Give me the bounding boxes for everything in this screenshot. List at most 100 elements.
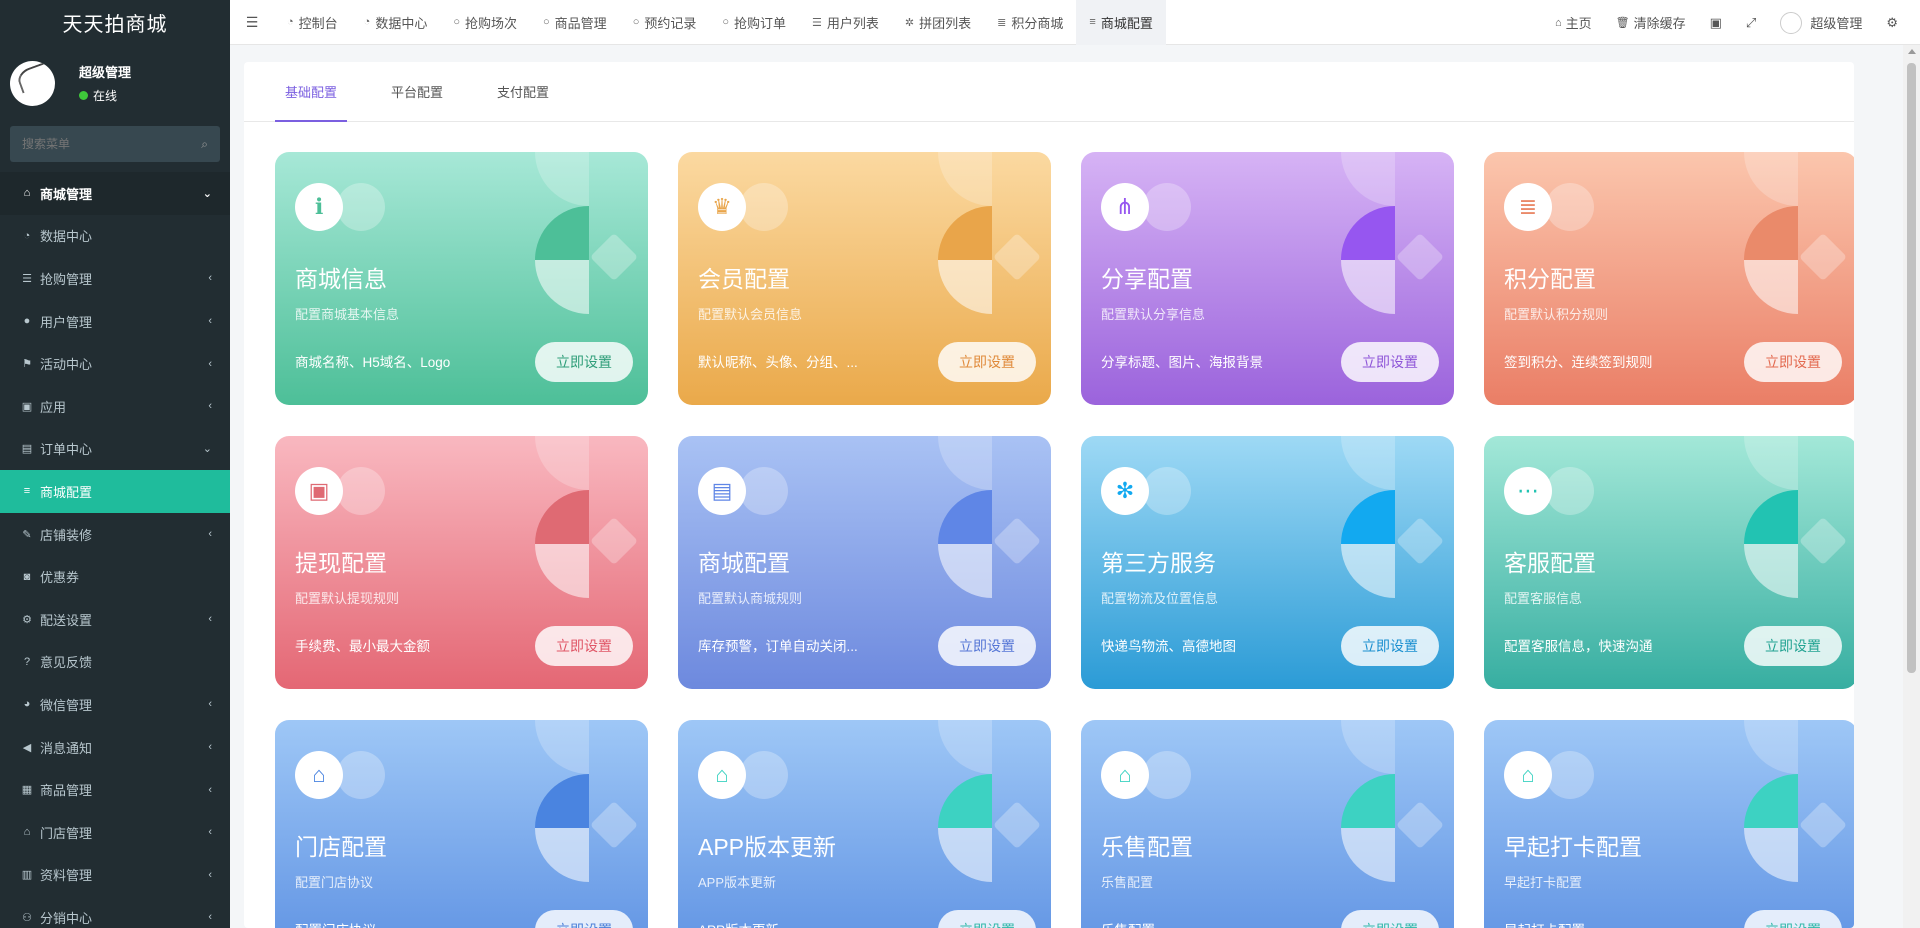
- sidebar-item-7[interactable]: ≡ 商城配置: [0, 470, 230, 513]
- card-description: 乐售配置: [1101, 875, 1154, 890]
- clear-cache-button[interactable]: 🗑 清除缓存: [1604, 0, 1698, 45]
- search-icon[interactable]: ⌕: [201, 137, 208, 152]
- sidebar-item-17[interactable]: ⚇ 分销中心 ‹: [0, 896, 230, 928]
- card-features: 早起打卡配置: [1504, 919, 1585, 928]
- sidebar-item-16[interactable]: ▥ 资料管理 ‹: [0, 854, 230, 897]
- setup-now-button[interactable]: 立即设置: [535, 910, 633, 928]
- scrollbar-thumb[interactable]: [1907, 63, 1916, 673]
- decor-diamond: [992, 800, 1042, 850]
- sidebar-item-11[interactable]: ? 意见反馈: [0, 641, 230, 684]
- nav-tab-3[interactable]: ○ 商品管理: [530, 0, 620, 45]
- config-tab-0[interactable]: 基础配置: [274, 62, 348, 122]
- nav-tab-6[interactable]: ☰ 用户列表: [799, 0, 892, 45]
- dashboard-icon: ◔: [23, 229, 31, 242]
- sidebar-item-10[interactable]: ⚙ 配送设置 ‹: [0, 598, 230, 641]
- setup-now-button[interactable]: 立即设置: [938, 910, 1036, 928]
- nav-right: ⌂ 主页 🗑 清除缓存 ▣ ⤢ 超级管理 ⚙: [1543, 0, 1920, 45]
- sidebar-item-label: 微信管理: [40, 697, 93, 713]
- nav-tab-5[interactable]: ○ 抢购订单: [709, 0, 799, 45]
- store-icon: ⌂: [1504, 751, 1552, 799]
- sidebar-item-6[interactable]: ▤ 订单中心 ⌄: [0, 428, 230, 471]
- chevron-down-icon: ⌄: [202, 187, 212, 200]
- mini-avatar: [1780, 11, 1803, 34]
- chevron-left-icon: ‹: [208, 783, 212, 796]
- config-card: ▤ 商城配置 配置默认商城规则 库存预警，订单自动关闭... 立即设置: [678, 436, 1051, 689]
- clear-cache-label: 清除缓存: [1633, 16, 1686, 31]
- bank-icon: ⌂: [23, 826, 31, 839]
- card-features: 库存预警，订单自动关闭...: [698, 639, 858, 654]
- card-description: 配置默认提现规则: [295, 591, 400, 606]
- page-scrollbar[interactable]: [1903, 45, 1920, 928]
- decor-leaf: [938, 828, 992, 882]
- card-description: 配置默认会员信息: [698, 307, 803, 322]
- sliders-icon: ≡: [1089, 16, 1096, 28]
- setup-now-button[interactable]: 立即设置: [535, 342, 633, 382]
- setup-now-button[interactable]: 立即设置: [938, 626, 1036, 666]
- fullscreen-icon[interactable]: ⤢: [1734, 0, 1768, 45]
- decor-circle: [337, 467, 385, 515]
- sidebar-item-2[interactable]: ☰ 抢购管理 ‹: [0, 257, 230, 300]
- sidebar-item-9[interactable]: ◙ 优惠券: [0, 555, 230, 598]
- config-tab-2[interactable]: 支付配置: [497, 62, 549, 121]
- card-features: 配置门店协议: [295, 919, 376, 928]
- sidebar-search: ⌕: [10, 126, 220, 162]
- setup-now-button[interactable]: 立即设置: [1744, 626, 1842, 666]
- sidebar-search-input[interactable]: [22, 137, 172, 151]
- nav-tab-label: 抢购订单: [734, 15, 787, 31]
- decor-circle: [337, 751, 385, 799]
- setup-now-button[interactable]: 立即设置: [1744, 342, 1842, 382]
- chevron-left-icon: ‹: [208, 357, 212, 370]
- sidebar-item-14[interactable]: ▦ 商品管理 ‹: [0, 768, 230, 811]
- sidebar-item-label: 应用: [40, 399, 67, 415]
- card-features: 分享标题、图片、海报背景: [1101, 355, 1263, 370]
- settings-gear-icon[interactable]: ⚙: [1874, 0, 1920, 45]
- setup-now-button[interactable]: 立即设置: [1341, 342, 1439, 382]
- nav-tab-label: 商城配置: [1100, 15, 1153, 31]
- brand-logo[interactable]: 天天拍商城: [0, 0, 230, 45]
- sidebar-item-12[interactable]: ◕ 微信管理 ‹: [0, 683, 230, 726]
- admin-menu[interactable]: 超级管理: [1768, 0, 1874, 45]
- menu-toggle-icon[interactable]: ☰: [230, 0, 274, 45]
- nav-tab-9[interactable]: ≡ 商城配置: [1076, 0, 1166, 45]
- sidebar-item-15[interactable]: ⌂ 门店管理 ‹: [0, 811, 230, 854]
- sidebar-item-label: 商城管理: [40, 186, 93, 202]
- language-icon[interactable]: ▣: [1698, 0, 1734, 45]
- sidebar-item-0[interactable]: ⌂ 商城管理 ⌄: [0, 172, 230, 215]
- nav-tab-2[interactable]: ○ 抢购场次: [440, 0, 530, 45]
- card-features: APP版本更新: [698, 919, 779, 928]
- setup-now-button[interactable]: 立即设置: [938, 342, 1036, 382]
- card-description: 配置默认商城规则: [698, 591, 803, 606]
- card-title: 客服配置: [1504, 550, 1596, 576]
- scroll-up-icon[interactable]: [1908, 49, 1916, 54]
- setup-now-button[interactable]: 立即设置: [535, 626, 633, 666]
- decor-leaf: [1341, 260, 1395, 314]
- setup-now-button[interactable]: 立即设置: [1341, 626, 1439, 666]
- circle-icon: ○: [722, 16, 730, 28]
- decor-leaf: [535, 490, 589, 544]
- chat-icon: ⋯: [1504, 467, 1552, 515]
- config-tab-1[interactable]: 平台配置: [391, 62, 443, 121]
- nav-tab-8[interactable]: ≣ 积分商城: [984, 0, 1076, 45]
- sidebar-item-13[interactable]: ◀ 消息通知 ‹: [0, 726, 230, 769]
- nav-tab-7[interactable]: ✲ 拼团列表: [892, 0, 984, 45]
- chevron-left-icon: ‹: [208, 826, 212, 839]
- list-icon: ☰: [22, 272, 32, 285]
- store-icon: ⌂: [698, 751, 746, 799]
- sidebar-item-4[interactable]: ⚑ 活动中心 ‹: [0, 342, 230, 385]
- nav-tab-0[interactable]: ◔ 控制台: [274, 0, 351, 45]
- nav-tab-1[interactable]: ◔ 数据中心: [351, 0, 441, 45]
- sidebar-item-3[interactable]: ● 用户管理 ‹: [0, 300, 230, 343]
- sidebar-item-5[interactable]: ▣ 应用 ‹: [0, 385, 230, 428]
- crown-icon: ♛: [698, 183, 746, 231]
- sidebar-item-8[interactable]: ✎ 店铺装修 ‹: [0, 513, 230, 556]
- decor-leaf: [535, 544, 589, 598]
- briefcase-icon: ▣: [21, 400, 33, 413]
- nav-tab-4[interactable]: ○ 预约记录: [620, 0, 710, 45]
- decor-leaf: [1341, 774, 1395, 828]
- setup-now-button[interactable]: 立即设置: [1341, 910, 1439, 928]
- sidebar-item-1[interactable]: ◔ 数据中心: [0, 215, 230, 258]
- home-link[interactable]: ⌂ 主页: [1543, 0, 1604, 45]
- config-card: ▣ 提现配置 配置默认提现规则 手续费、最小最大金额 立即设置: [275, 436, 648, 689]
- store-icon: ⌂: [295, 751, 343, 799]
- setup-now-button[interactable]: 立即设置: [1744, 910, 1842, 928]
